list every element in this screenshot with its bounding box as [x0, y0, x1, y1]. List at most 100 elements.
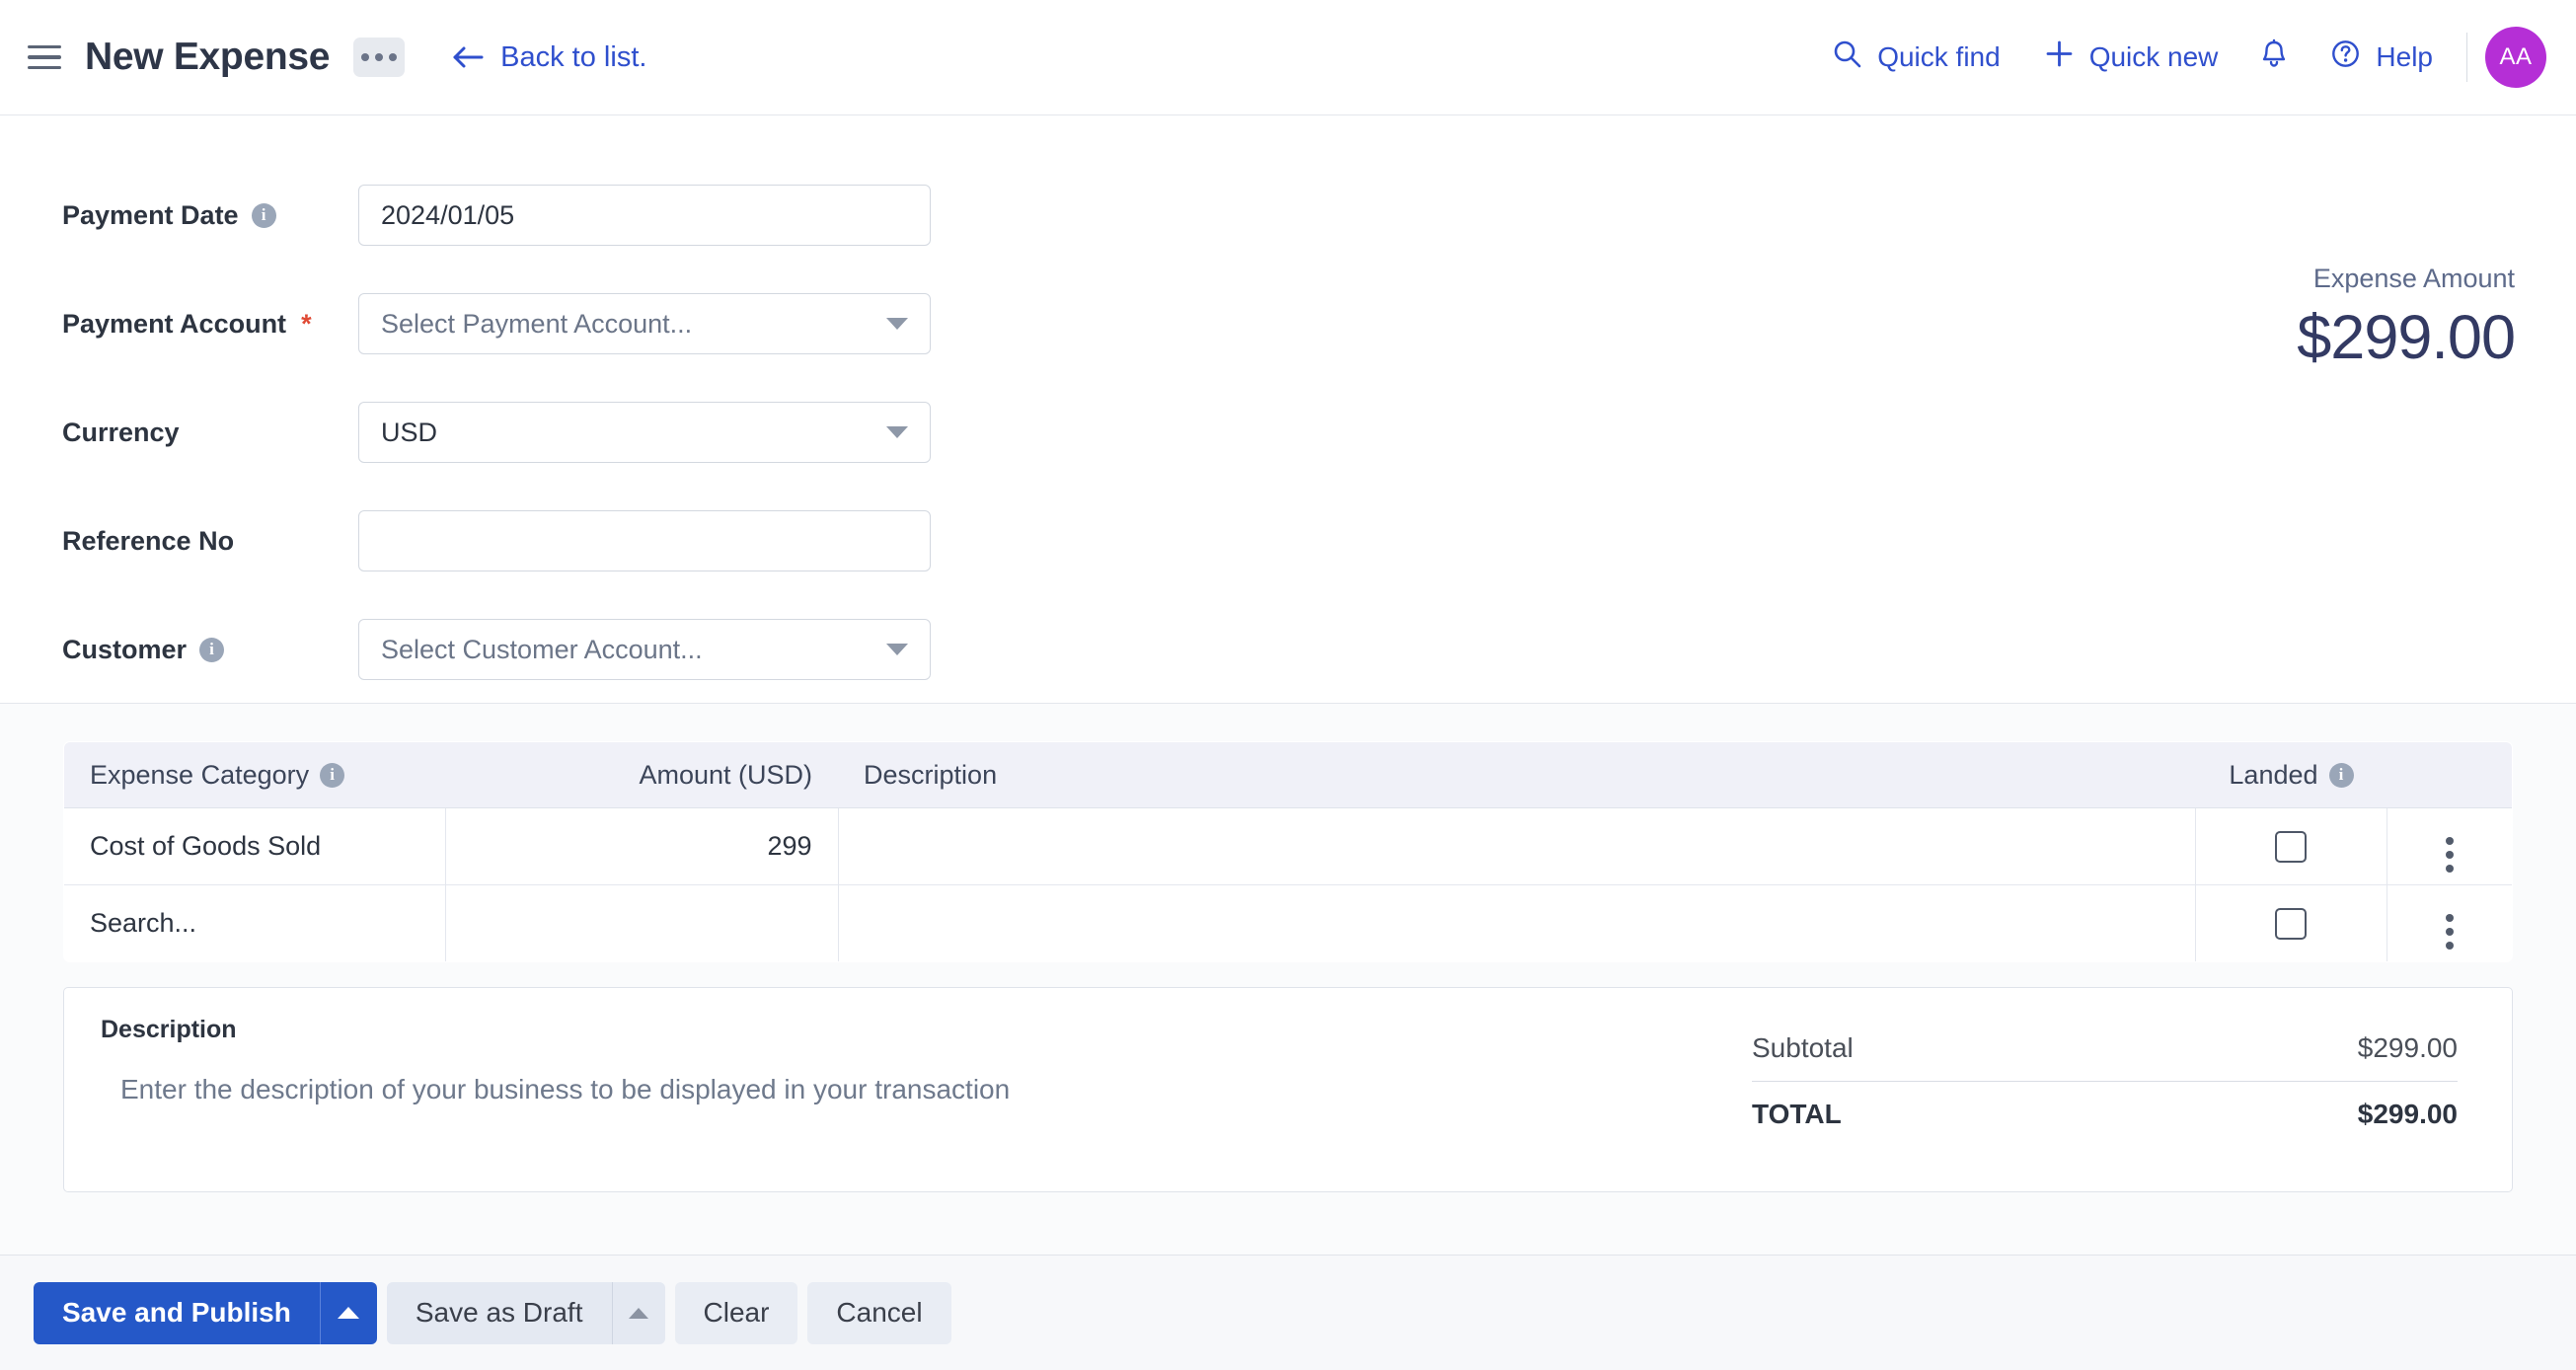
description-area: Description Enter the description of you…	[64, 1016, 1752, 1191]
expense-amount-value: $299.00	[2297, 302, 2515, 373]
save-publish-group: Save and Publish	[34, 1282, 377, 1344]
top-navigation-bar: New Expense Back to list.	[0, 0, 2576, 115]
payment-account-label-group: Payment Account *	[62, 309, 358, 340]
save-as-draft-dropdown-toggle[interactable]	[612, 1282, 665, 1344]
back-to-list-label: Back to list.	[500, 41, 646, 74]
expense-form-page: New Expense Back to list.	[0, 0, 2576, 1370]
help-label: Help	[2376, 41, 2433, 73]
customer-label: Customer	[62, 635, 187, 665]
save-as-draft-button[interactable]: Save as Draft	[387, 1282, 612, 1344]
quick-new-button[interactable]: Quick new	[2022, 38, 2240, 76]
save-and-publish-button[interactable]: Save and Publish	[34, 1282, 320, 1344]
info-icon[interactable]: i	[252, 203, 276, 228]
page-title: New Expense	[85, 36, 330, 79]
info-icon[interactable]: i	[2329, 763, 2354, 788]
column-header-category-label: Expense Category	[90, 760, 309, 791]
chevron-up-icon	[338, 1307, 359, 1319]
cell-description[interactable]	[838, 808, 2196, 885]
search-icon	[1832, 38, 1862, 76]
chevron-up-icon	[629, 1308, 648, 1319]
question-circle-icon	[2330, 38, 2361, 76]
currency-row: Currency USD	[0, 378, 2576, 487]
table-header: Expense Category i Amount (USD) Descript…	[64, 742, 2513, 808]
table-header-row: Expense Category i Amount (USD) Descript…	[64, 742, 2513, 808]
notifications-button[interactable]	[2239, 38, 2309, 77]
plus-icon	[2044, 38, 2075, 76]
reference-no-label-group: Reference No	[62, 526, 358, 557]
landed-checkbox[interactable]	[2275, 908, 2307, 940]
avatar-initials: AA	[2499, 43, 2532, 71]
bell-icon	[2259, 38, 2289, 77]
reference-no-row: Reference No	[0, 487, 2576, 595]
totals-area: Subtotal $299.00 TOTAL $299.00	[1752, 1016, 2512, 1191]
cancel-button[interactable]: Cancel	[807, 1282, 950, 1344]
cell-actions	[2387, 808, 2512, 885]
quick-find-button[interactable]: Quick find	[1810, 38, 2022, 76]
description-and-totals-card: Description Enter the description of you…	[63, 987, 2513, 1192]
cell-actions	[2387, 885, 2512, 962]
column-header-actions	[2387, 742, 2512, 808]
arrow-left-icon	[451, 43, 485, 71]
payment-account-row: Payment Account * Select Payment Account…	[0, 269, 2576, 378]
total-label: TOTAL	[1752, 1099, 1842, 1130]
chevron-down-icon	[886, 426, 908, 438]
currency-select[interactable]: USD	[358, 402, 931, 463]
customer-value: Select Customer Account...	[381, 635, 703, 665]
payment-date-value: 2024/01/05	[381, 200, 514, 231]
total-value: $299.00	[2358, 1099, 2458, 1130]
currency-value: USD	[381, 418, 437, 448]
cell-category[interactable]: Cost of Goods Sold	[64, 808, 446, 885]
chevron-down-icon	[886, 644, 908, 655]
clear-button[interactable]: Clear	[675, 1282, 798, 1344]
hamburger-menu-icon[interactable]	[28, 42, 63, 72]
landed-checkbox[interactable]	[2275, 831, 2307, 863]
currency-label-group: Currency	[62, 418, 358, 448]
reference-no-input[interactable]	[358, 510, 931, 571]
payment-date-row: Payment Date i 2024/01/05	[0, 161, 2576, 269]
back-to-list-link[interactable]: Back to list.	[451, 41, 646, 74]
column-header-amount: Amount (USD)	[445, 742, 838, 808]
payment-date-label: Payment Date	[62, 200, 239, 231]
payment-account-label: Payment Account	[62, 309, 286, 340]
expense-amount-label: Expense Amount	[2297, 264, 2515, 294]
quick-find-label: Quick find	[1877, 41, 2001, 73]
info-icon[interactable]: i	[199, 638, 224, 662]
customer-select[interactable]: Select Customer Account...	[358, 619, 931, 680]
cell-category[interactable]: Search...	[64, 885, 446, 962]
customer-label-group: Customer i	[62, 635, 358, 665]
save-and-publish-dropdown-toggle[interactable]	[320, 1282, 377, 1344]
quick-new-label: Quick new	[2089, 41, 2219, 73]
cell-amount[interactable]	[445, 885, 838, 962]
kebab-menu-icon[interactable]	[2446, 837, 2454, 873]
subtotal-label: Subtotal	[1752, 1032, 1854, 1064]
column-header-description: Description	[838, 742, 2196, 808]
table-row: Search...	[64, 885, 2513, 962]
reference-no-label: Reference No	[62, 526, 234, 557]
subtotal-row: Subtotal $299.00	[1752, 1016, 2458, 1081]
expense-lines-table: Expense Category i Amount (USD) Descript…	[63, 741, 2513, 962]
ellipsis-icon[interactable]	[353, 38, 405, 77]
cell-amount[interactable]: 299	[445, 808, 838, 885]
cell-landed	[2196, 808, 2387, 885]
chevron-down-icon	[886, 318, 908, 330]
help-button[interactable]: Help	[2309, 38, 2455, 76]
cell-description[interactable]	[838, 885, 2196, 962]
header-divider	[2466, 33, 2467, 82]
kebab-menu-icon[interactable]	[2446, 914, 2454, 950]
currency-label: Currency	[62, 418, 180, 448]
payment-account-select[interactable]: Select Payment Account...	[358, 293, 931, 354]
column-header-landed: Landed i	[2196, 742, 2387, 808]
payment-date-input[interactable]: 2024/01/05	[358, 185, 931, 246]
description-input[interactable]: Enter the description of your business t…	[101, 1074, 1752, 1105]
column-header-landed-label: Landed	[2229, 760, 2317, 791]
cell-landed	[2196, 885, 2387, 962]
save-draft-group: Save as Draft	[387, 1282, 665, 1344]
expense-lines-section: Expense Category i Amount (USD) Descript…	[0, 704, 2576, 1255]
subtotal-value: $299.00	[2358, 1032, 2458, 1064]
expense-amount-summary: Expense Amount $299.00	[2297, 264, 2515, 373]
table-body: Cost of Goods Sold 299 Search...	[64, 808, 2513, 962]
info-icon[interactable]: i	[320, 763, 344, 788]
customer-row: Customer i Select Customer Account...	[0, 595, 2576, 704]
avatar[interactable]: AA	[2485, 27, 2546, 88]
payment-date-label-group: Payment Date i	[62, 200, 358, 231]
